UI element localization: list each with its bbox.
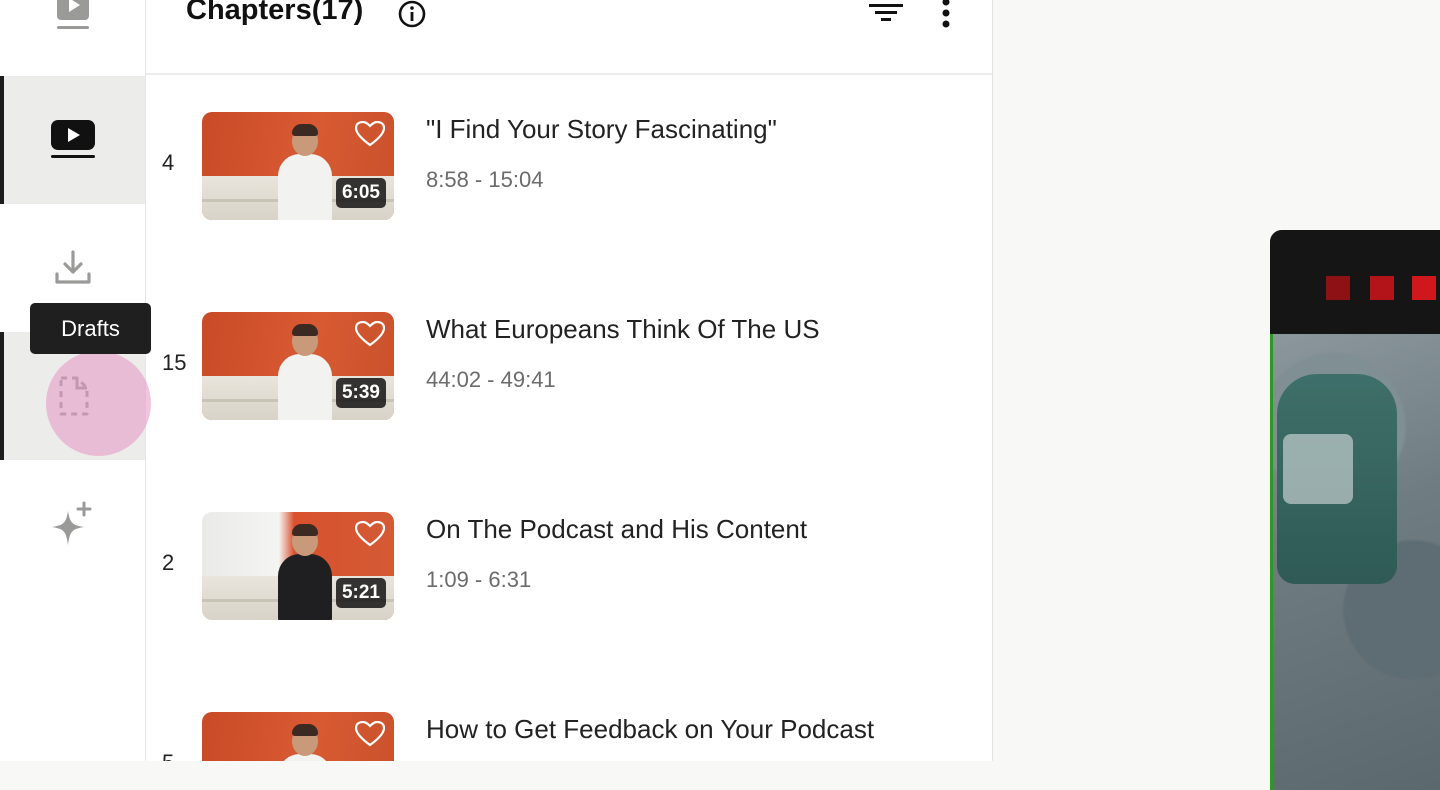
drafts-tooltip: Drafts [30,303,151,354]
chapter-row[interactable]: 2 5:21 On The Podcast and His Content 1:… [146,512,992,622]
preview-toolbar [1270,230,1440,334]
chapter-number: 4 [162,150,175,175]
chapter-row[interactable]: 15 5:39 What Europeans Think Of The US 4… [146,312,992,422]
chapters-panel: Chapters(17) 4 6:05 "I Find Your Story F… [146,0,993,761]
duration-badge: 6:05 [335,178,386,208]
chapter-thumbnail[interactable]: 5:39 [202,312,394,420]
sparkle-icon [50,501,96,547]
rail-item-ai[interactable] [0,460,145,588]
chapter-thumbnail[interactable]: 5:21 [202,512,394,620]
filter-icon[interactable] [868,0,904,31]
chapter-number: 2 [162,550,175,575]
chapter-thumbnail[interactable]: 6:05 [202,112,394,220]
chapter-row[interactable]: 5 How to Get Feedback on Your Podcast [146,712,992,761]
rail-item-videos[interactable] [0,76,145,204]
heart-icon[interactable] [354,120,386,152]
lantern-image [1277,374,1397,584]
chapter-number: 5 [162,750,174,761]
preview-indicator [1412,276,1436,300]
chapter-title: How to Get Feedback on Your Podcast [426,714,875,744]
youtube-icon [50,120,96,160]
chapter-time-range: 8:58 - 15:04 [426,167,544,192]
chapter-time-range: 44:02 - 49:41 [426,367,556,392]
duration-badge: 5:39 [335,378,386,408]
chapters-header: Chapters(17) [146,0,992,75]
chapter-title: On The Podcast and His Content [426,514,808,544]
duration-badge: 5:21 [335,578,386,608]
chapters-title: Chapters(17) [186,0,364,26]
heart-icon[interactable] [354,320,386,352]
heart-icon[interactable] [354,520,386,552]
preview-frame [1270,334,1440,790]
click-ripple [46,351,151,456]
heart-icon[interactable] [354,720,386,752]
chapter-time-range: 1:09 - 6:31 [426,567,532,592]
chapter-number: 15 [162,350,187,375]
download-icon [53,248,93,288]
preview-indicator [1370,276,1394,300]
chapter-thumbnail[interactable] [202,712,394,761]
more-options-icon[interactable] [936,0,956,35]
chapter-title: "I Find Your Story Fascinating" [426,114,777,144]
chapter-title: What Europeans Think Of The US [426,314,820,344]
play-box-icon [53,0,93,34]
preview-indicator [1326,276,1350,300]
rail-item-media[interactable] [0,0,145,76]
video-preview[interactable] [1270,230,1440,790]
info-icon[interactable] [398,0,426,33]
chapter-row[interactable]: 4 6:05 "I Find Your Story Fascinating" 8… [146,112,992,222]
